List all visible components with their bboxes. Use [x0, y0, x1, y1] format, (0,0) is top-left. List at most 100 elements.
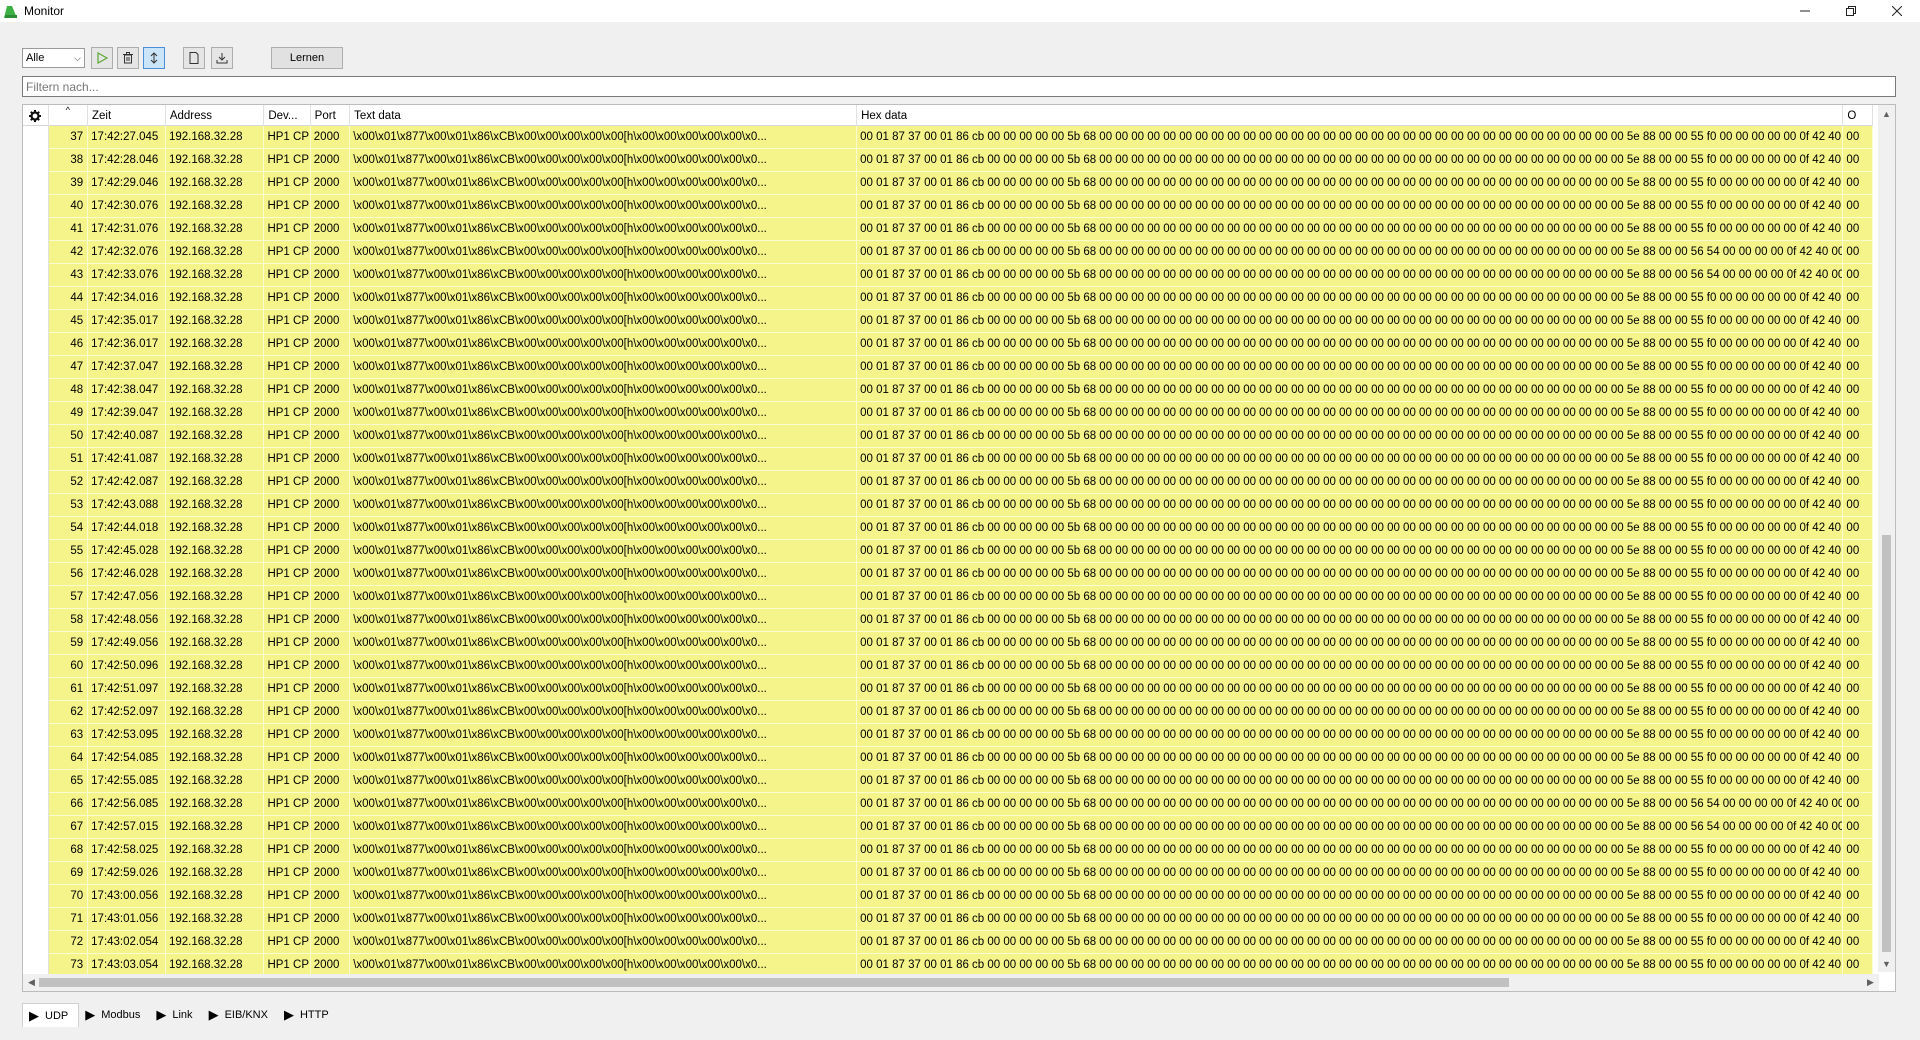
- table-row[interactable]: 45 17:42:35.017 192.168.32.28 HP1 CP 2000 \x0…: [23, 310, 1874, 333]
- column-header-text-data[interactable]: Text data: [350, 105, 858, 126]
- column-header-zeit[interactable]: Zeit: [88, 105, 166, 126]
- tab-eib-knx[interactable]: ▶ EIB/KNX: [203, 1003, 278, 1027]
- table-row[interactable]: 46 17:42:36.017 192.168.32.28 HP1 CP 2000 \x0…: [23, 333, 1874, 356]
- table-row[interactable]: 61 17:42:51.097 192.168.32.28 HP1 CP 2000 \x0…: [23, 678, 1874, 701]
- table-row[interactable]: 49 17:42:39.047 192.168.32.28 HP1 CP 2000 \x0…: [23, 402, 1874, 425]
- cell-zeit: 17:42:48.056: [88, 609, 166, 632]
- table-row[interactable]: 48 17:42:38.047 192.168.32.28 HP1 CP 2000 \x0…: [23, 379, 1874, 402]
- cell-address: 192.168.32.28: [165, 356, 265, 379]
- cell-address: 192.168.32.28: [165, 563, 265, 586]
- scroll-right-icon[interactable]: ▶: [1862, 974, 1879, 991]
- table-row[interactable]: 68 17:42:58.025 192.168.32.28 HP1 CP 2000 \x0…: [23, 839, 1874, 862]
- autoscroll-button[interactable]: [143, 47, 165, 69]
- scroll-down-icon[interactable]: ▼: [1878, 955, 1895, 972]
- table-row[interactable]: 59 17:42:49.056 192.168.32.28 HP1 CP 2000 \x0…: [23, 632, 1874, 655]
- close-button[interactable]: [1874, 0, 1920, 22]
- table-row[interactable]: 71 17:43:01.056 192.168.32.28 HP1 CP 2000 \x0…: [23, 908, 1874, 931]
- table-row[interactable]: 37 17:42:27.045 192.168.32.28 HP1 CP 2000 \x0…: [23, 126, 1874, 149]
- table-row[interactable]: 60 17:42:50.096 192.168.32.28 HP1 CP 2000 \x0…: [23, 655, 1874, 678]
- table-row[interactable]: 51 17:42:41.087 192.168.32.28 HP1 CP 2000 \x0…: [23, 448, 1874, 471]
- cell-o: 00: [1843, 632, 1874, 655]
- cell-hex-data: 00 01 87 37 00 01 86 cb 00 00 00 00 00 5…: [857, 310, 1844, 333]
- column-settings-button[interactable]: [23, 105, 49, 126]
- cell-device: HP1 CP: [264, 678, 311, 701]
- cell-address: 192.168.32.28: [165, 517, 265, 540]
- cell-zeit: 17:43:00.056: [88, 885, 166, 908]
- table-row[interactable]: 54 17:42:44.018 192.168.32.28 HP1 CP 2000 \x0…: [23, 517, 1874, 540]
- restore-button[interactable]: [1828, 0, 1874, 22]
- table-row[interactable]: 67 17:42:57.015 192.168.32.28 HP1 CP 2000 \x0…: [23, 816, 1874, 839]
- cell-zeit: 17:42:38.047: [88, 379, 166, 402]
- cell-hex-data: 00 01 87 37 00 01 86 cb 00 00 00 00 00 5…: [857, 816, 1844, 839]
- table-row[interactable]: 62 17:42:52.097 192.168.32.28 HP1 CP 2000 \x0…: [23, 701, 1874, 724]
- tab-modbus[interactable]: ▶ Modbus: [79, 1003, 150, 1027]
- table-row[interactable]: 50 17:42:40.087 192.168.32.28 HP1 CP 2000 \x0…: [23, 425, 1874, 448]
- column-header-o[interactable]: O: [1843, 105, 1873, 126]
- table-row[interactable]: 57 17:42:47.056 192.168.32.28 HP1 CP 2000 \x0…: [23, 586, 1874, 609]
- cell-port: 2000: [310, 724, 351, 747]
- cell-port: 2000: [310, 126, 351, 149]
- learn-button[interactable]: Lernen: [271, 47, 343, 69]
- minimize-button[interactable]: [1782, 0, 1828, 22]
- table-row[interactable]: 52 17:42:42.087 192.168.32.28 HP1 CP 2000 \x0…: [23, 471, 1874, 494]
- table-row[interactable]: 55 17:42:45.028 192.168.32.28 HP1 CP 2000 \x0…: [23, 540, 1874, 563]
- tab-link[interactable]: ▶ Link: [150, 1003, 202, 1027]
- table-row[interactable]: 65 17:42:55.085 192.168.32.28 HP1 CP 2000 \x0…: [23, 770, 1874, 793]
- cell-address: 192.168.32.28: [165, 402, 265, 425]
- table-row[interactable]: 69 17:42:59.026 192.168.32.28 HP1 CP 2000 \x0…: [23, 862, 1874, 885]
- row-gutter: [23, 540, 49, 563]
- cell-address: 192.168.32.28: [165, 287, 265, 310]
- tab-http[interactable]: ▶ HTTP: [278, 1003, 339, 1027]
- cell-address: 192.168.32.28: [165, 701, 265, 724]
- horizontal-scrollbar[interactable]: ◀ ▶: [23, 974, 1879, 991]
- table-row[interactable]: 38 17:42:28.046 192.168.32.28 HP1 CP 2000 \x0…: [23, 149, 1874, 172]
- cell-device: HP1 CP: [264, 540, 311, 563]
- column-header-device[interactable]: Dev...: [264, 105, 311, 126]
- vertical-scrollbar[interactable]: ▲ ▼: [1878, 105, 1895, 972]
- column-header-port[interactable]: Port: [311, 105, 351, 126]
- row-gutter: [23, 862, 49, 885]
- table-row[interactable]: 43 17:42:33.076 192.168.32.28 HP1 CP 2000 \x0…: [23, 264, 1874, 287]
- vertical-scroll-thumb[interactable]: [1882, 535, 1891, 952]
- cell-address: 192.168.32.28: [165, 609, 265, 632]
- table-row[interactable]: 66 17:42:56.085 192.168.32.28 HP1 CP 2000 \x0…: [23, 793, 1874, 816]
- filter-select[interactable]: Alle ⌵: [22, 48, 85, 68]
- cell-zeit: 17:42:52.097: [88, 701, 166, 724]
- cell-device: HP1 CP: [264, 264, 311, 287]
- cell-address: 192.168.32.28: [165, 126, 265, 149]
- cell-address: 192.168.32.28: [165, 218, 265, 241]
- horizontal-scroll-thumb[interactable]: [39, 978, 1509, 987]
- cell-port: 2000: [310, 632, 351, 655]
- table-row[interactable]: 72 17:43:02.054 192.168.32.28 HP1 CP 2000 \x0…: [23, 931, 1874, 954]
- cell-zeit: 17:42:31.076: [88, 218, 166, 241]
- new-file-button[interactable]: [183, 47, 205, 69]
- table-row[interactable]: 40 17:42:30.076 192.168.32.28 HP1 CP 2000 \x0…: [23, 195, 1874, 218]
- column-header-address[interactable]: Address: [166, 105, 265, 126]
- filter-input[interactable]: [22, 76, 1896, 97]
- cell-zeit: 17:42:49.056: [88, 632, 166, 655]
- cell-o: 00: [1843, 770, 1874, 793]
- table-row[interactable]: 42 17:42:32.076 192.168.32.28 HP1 CP 2000 \x0…: [23, 241, 1874, 264]
- table-row[interactable]: 47 17:42:37.047 192.168.32.28 HP1 CP 2000 \x0…: [23, 356, 1874, 379]
- table-row[interactable]: 53 17:42:43.088 192.168.32.28 HP1 CP 2000 \x0…: [23, 494, 1874, 517]
- download-button[interactable]: [211, 47, 233, 69]
- table-row[interactable]: 39 17:42:29.046 192.168.32.28 HP1 CP 2000 \x0…: [23, 172, 1874, 195]
- table-row[interactable]: 63 17:42:53.095 192.168.32.28 HP1 CP 2000 \x0…: [23, 724, 1874, 747]
- column-header-hex-data[interactable]: Hex data: [857, 105, 1844, 126]
- table-row[interactable]: 70 17:43:00.056 192.168.32.28 HP1 CP 2000 \x0…: [23, 885, 1874, 908]
- table-row[interactable]: 64 17:42:54.085 192.168.32.28 HP1 CP 2000 \x0…: [23, 747, 1874, 770]
- play-button[interactable]: [91, 47, 113, 69]
- scroll-left-icon[interactable]: ◀: [23, 974, 40, 991]
- cell-address: 192.168.32.28: [165, 149, 265, 172]
- table-row[interactable]: 56 17:42:46.028 192.168.32.28 HP1 CP 2000 \x0…: [23, 563, 1874, 586]
- table-row[interactable]: 44 17:42:34.016 192.168.32.28 HP1 CP 2000 \x0…: [23, 287, 1874, 310]
- download-icon: [216, 53, 228, 64]
- scroll-up-icon[interactable]: ▲: [1878, 105, 1895, 122]
- column-header-index[interactable]: ^: [49, 105, 88, 126]
- tab-udp[interactable]: ▶ UDP: [22, 1003, 80, 1027]
- tab-label: UDP: [45, 1009, 69, 1022]
- row-gutter: [23, 609, 49, 632]
- delete-button[interactable]: [117, 47, 139, 69]
- table-row[interactable]: 41 17:42:31.076 192.168.32.28 HP1 CP 2000 \x0…: [23, 218, 1874, 241]
- table-row[interactable]: 58 17:42:48.056 192.168.32.28 HP1 CP 2000 \x0…: [23, 609, 1874, 632]
